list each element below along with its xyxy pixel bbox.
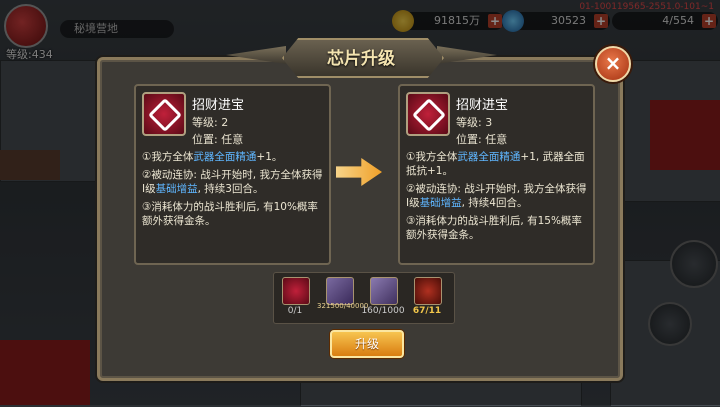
dialog-title: 芯片升级 — [327, 49, 395, 69]
chip-description: ①我方全体武器全面精通+1, 武器全面抵抗+1。 ②被动连协: 战斗开始时, 我… — [406, 150, 589, 246]
gem-icon — [148, 98, 182, 132]
chip-position: 位置: 任意 — [192, 133, 244, 146]
effect-1: ①我方全体武器全面精通+1。 — [142, 150, 325, 164]
chip-name: 招财进宝 — [456, 98, 509, 113]
effect-2-keyword: 基础增益 — [155, 183, 198, 195]
chip-level: 等级: 2 — [192, 116, 229, 129]
effect-1-keyword: 武器全面精通 — [457, 151, 521, 163]
effect-2: ②被动连协: 战斗开始时, 我方全体获得Ⅰ级基础增益, 持续3回合。 — [142, 168, 325, 196]
effect-3: ③消耗体力的战斗胜利后, 有15%概率额外获得金条。 — [406, 215, 582, 241]
effect-1: ①我方全体武器全面精通+1, 武器全面抵抗+1。 — [406, 150, 589, 178]
material-count: 160/1000 — [361, 306, 405, 316]
chip-card-next: 招财进宝 等级: 3 位置: 任意 ①我方全体武器全面精通+1, 武器全面抵抗+… — [398, 84, 595, 265]
chip-level: 等级: 3 — [456, 116, 493, 129]
effect-2-tail: , 持续4回合。 — [461, 197, 528, 209]
effect-3: ③消耗体力的战斗胜利后, 有10%概率额外获得金条。 — [142, 201, 318, 227]
chip-description: ①我方全体武器全面精通+1。 ②被动连协: 战斗开始时, 我方全体获得Ⅰ级基础增… — [142, 150, 325, 232]
effect-2: ②被动连协: 战斗开始时, 我方全体获得Ⅰ级基础增益, 持续4回合。 — [406, 182, 589, 210]
chip-name: 招财进宝 — [192, 98, 245, 113]
gold-bars-icon[interactable] — [326, 277, 354, 305]
effect-2-keyword: 基础增益 — [419, 197, 462, 209]
effect-1-tail: +1。 — [256, 151, 283, 163]
silver-box-icon[interactable] — [370, 277, 398, 305]
upgrade-button[interactable]: 升级 — [330, 330, 404, 358]
gem-icon — [412, 98, 446, 132]
magnifier-icon[interactable] — [414, 277, 442, 305]
chip-card-current: 招财进宝 等级: 2 位置: 任意 ①我方全体武器全面精通+1。 ②被动连协: … — [134, 84, 331, 265]
close-button[interactable]: × — [595, 46, 631, 82]
material-count: 67/11 — [412, 306, 442, 316]
materials-panel: 0/1 321500/40000 160/1000 67/11 — [273, 272, 455, 324]
effect-1-keyword: 武器全面精通 — [193, 151, 257, 163]
chip-icon — [142, 92, 186, 136]
material-count: 321500/40000 — [317, 302, 369, 310]
chip-position: 位置: 任意 — [456, 133, 508, 146]
material-count: 0/1 — [287, 306, 303, 316]
effect-1-text: ①我方全体 — [406, 151, 458, 163]
chip-icon — [406, 92, 450, 136]
effect-2-tail: , 持续3回合。 — [197, 183, 264, 195]
effect-1-text: ①我方全体 — [142, 151, 194, 163]
chip-gem-icon[interactable] — [282, 277, 310, 305]
